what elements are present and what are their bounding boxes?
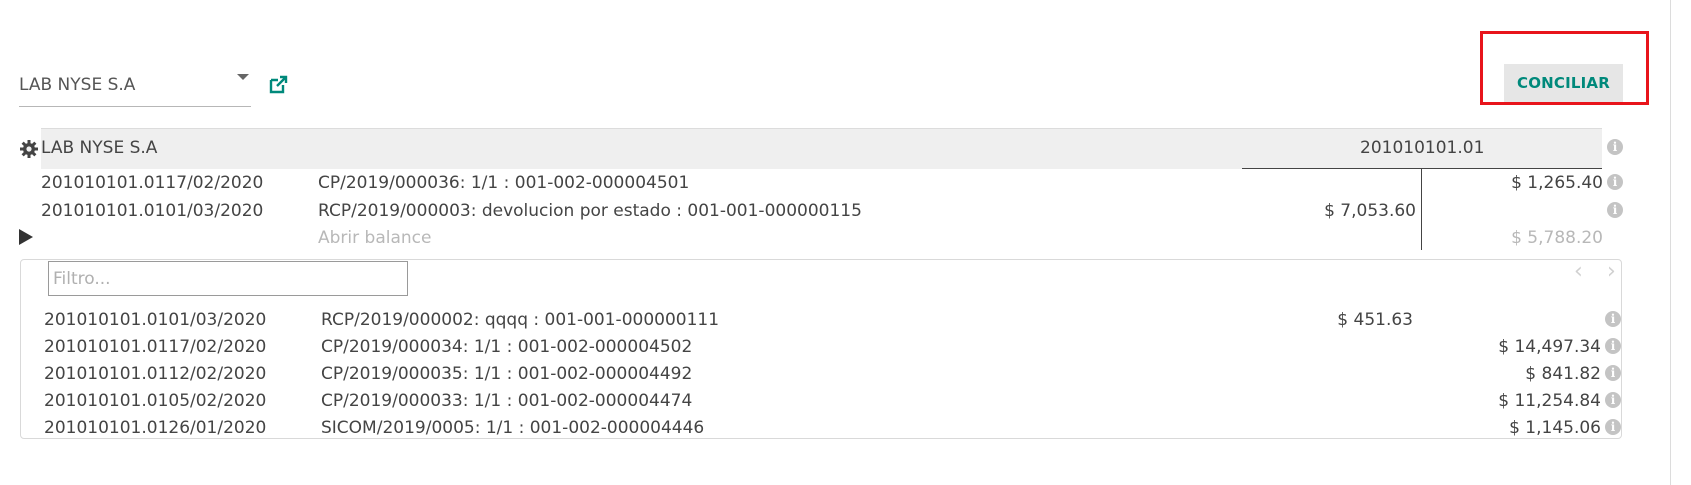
candidate-ref-date[interactable]: 201010101.0126/01/2020: [44, 418, 266, 438]
candidate-label[interactable]: SICOM/2019/0005: 1/1 : 001-002-000004446: [321, 418, 704, 438]
info-icon[interactable]: i: [1605, 392, 1621, 408]
candidate-ref-date[interactable]: 201010101.0117/02/2020: [44, 337, 266, 357]
candidate-ref-date[interactable]: 201010101.0101/03/2020: [44, 310, 266, 330]
candidate-credit: $ 11,254.84: [1498, 391, 1601, 411]
column-divider: [1421, 168, 1422, 250]
candidate-credit: $ 841.82: [1525, 364, 1601, 384]
line-credit: $ 1,265.40: [1511, 173, 1603, 193]
candidate-label[interactable]: CP/2019/000035: 1/1 : 001-002-000004492: [321, 364, 692, 384]
external-link-icon[interactable]: [267, 74, 289, 96]
open-balance-label[interactable]: Abrir balance: [318, 228, 431, 248]
filter-input[interactable]: [48, 261, 408, 296]
info-icon[interactable]: i: [1607, 139, 1623, 155]
chevron-down-icon[interactable]: [237, 74, 249, 80]
info-icon[interactable]: i: [1607, 202, 1623, 218]
partner-name: LAB NYSE S.A: [41, 138, 158, 158]
candidate-label[interactable]: RCP/2019/000002: qqqq : 001-001-00000011…: [321, 310, 719, 330]
candidate-credit: $ 1,145.06: [1509, 418, 1601, 438]
partner-select-value: LAB NYSE S.A: [19, 75, 136, 95]
partner-select[interactable]: LAB NYSE S.A: [19, 66, 251, 107]
info-icon[interactable]: i: [1605, 419, 1621, 435]
scrollbar-edge: [1670, 0, 1671, 485]
candidate-label[interactable]: CP/2019/000033: 1/1 : 001-002-000004474: [321, 391, 692, 411]
candidate-credit: $ 14,497.34: [1498, 337, 1601, 357]
play-icon[interactable]: [19, 229, 33, 245]
line-ref-date: 201010101.0101/03/2020: [41, 201, 264, 221]
chevron-left-icon[interactable]: ‹: [1574, 259, 1590, 284]
reconcile-button[interactable]: CONCILIAR: [1504, 64, 1623, 102]
line-label: CP/2019/000036: 1/1 : 001-002-000004501: [318, 173, 690, 193]
line-ref-date: 201010101.0117/02/2020: [41, 173, 264, 193]
candidate-ref-date[interactable]: 201010101.0105/02/2020: [44, 391, 266, 411]
chevron-right-icon[interactable]: ›: [1607, 259, 1623, 284]
info-icon[interactable]: i: [1605, 338, 1621, 354]
candidate-ref-date[interactable]: 201010101.0112/02/2020: [44, 364, 266, 384]
candidate-debit: $ 451.63: [1337, 310, 1413, 330]
open-balance-amount: $ 5,788.20: [1511, 228, 1603, 248]
candidate-label[interactable]: CP/2019/000034: 1/1 : 001-002-000004502: [321, 337, 692, 357]
line-debit: $ 7,053.60: [1324, 201, 1416, 221]
account-code: 201010101.01: [1360, 138, 1485, 158]
info-icon[interactable]: i: [1605, 365, 1621, 381]
gear-icon[interactable]: [19, 139, 39, 159]
info-icon[interactable]: i: [1607, 174, 1623, 190]
column-divider: [1242, 168, 1602, 169]
info-icon[interactable]: i: [1605, 311, 1621, 327]
line-label: RCP/2019/000003: devolucion por estado :…: [318, 201, 862, 221]
